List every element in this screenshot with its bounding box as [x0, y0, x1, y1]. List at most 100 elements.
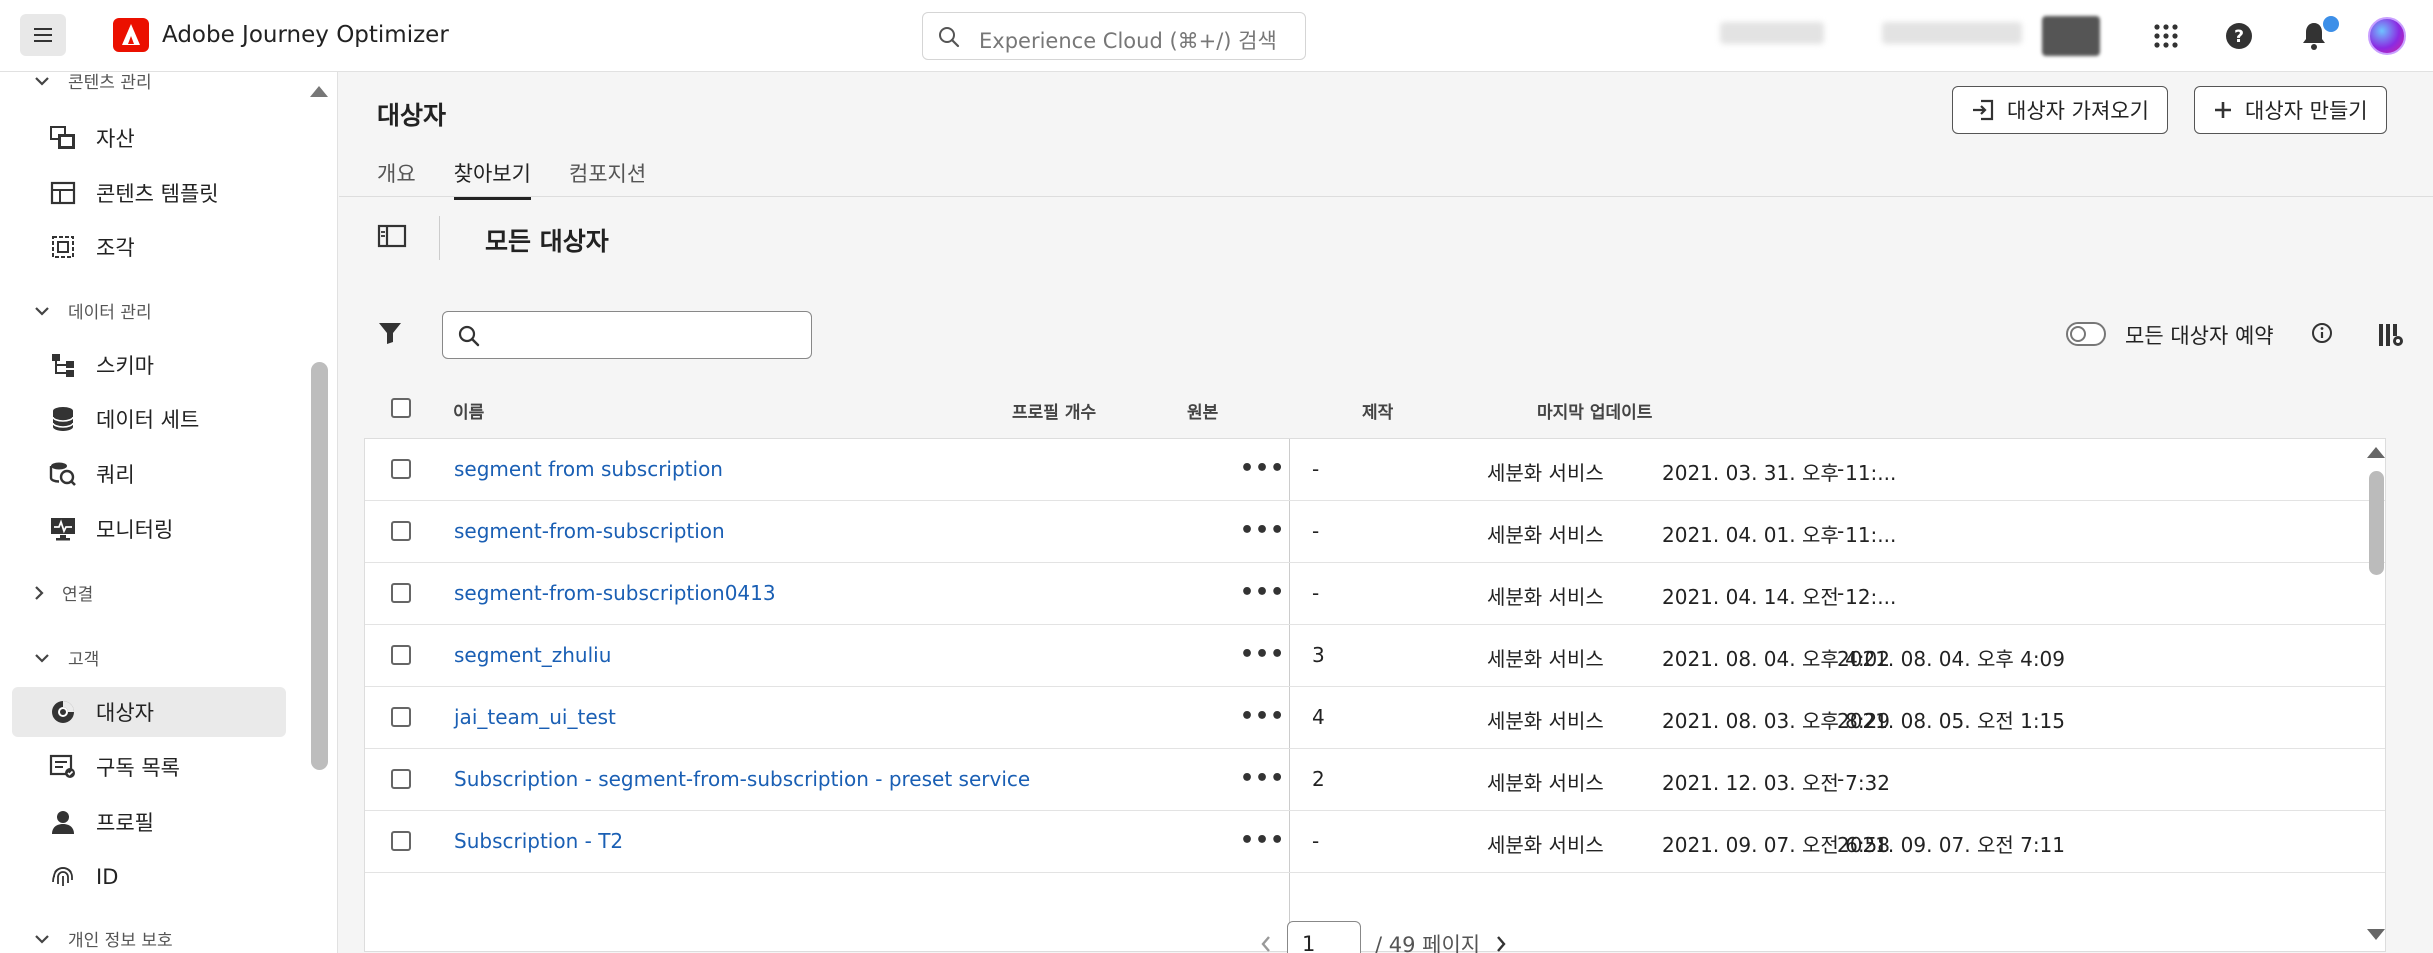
created-date: 2021. 03. 31. 오후 11:... [1662, 461, 1897, 485]
audience-name-link[interactable]: jai_team_ui_test [454, 705, 616, 729]
sidebar-section-data-management[interactable]: 데이터 관리 [34, 298, 152, 323]
sidebar-section-connections[interactable]: 연결 [34, 580, 93, 605]
updated-date: - [1837, 581, 1845, 605]
more-actions-button[interactable]: ••• [1240, 766, 1285, 791]
column-header-profile-count[interactable]: 프로필 개수 [1012, 398, 1096, 423]
sidebar-item-identities[interactable]: ID [12, 852, 286, 902]
org-name-redacted[interactable] [1720, 22, 1824, 44]
column-header-last-updated[interactable]: 마지막 업데이트 [1537, 398, 1652, 423]
page-number-input[interactable]: 1 [1287, 921, 1361, 953]
table-row[interactable]: segment-from-subscription ••• - 세분화 서비스 … [365, 501, 2385, 563]
sidebar-section-content-management[interactable]: 콘텐츠 관리 [34, 72, 152, 93]
import-audience-button[interactable]: 대상자 가져오기 [1952, 86, 2168, 134]
create-audience-button[interactable]: 대상자 만들기 [2194, 86, 2387, 134]
row-checkbox[interactable] [391, 521, 411, 541]
adobe-logo-icon[interactable] [113, 18, 149, 52]
column-settings-icon[interactable] [2377, 322, 2405, 348]
sidebar-section-label: 고객 [68, 650, 100, 670]
page-total-label: / 49 페이지 [1375, 933, 1481, 953]
table-row[interactable]: segment_zhuliu ••• 3 세분화 서비스 2021. 08. 0… [365, 625, 2385, 687]
sidebar-item-assets[interactable]: 자산 [12, 113, 286, 163]
sidebar-item-label: 모니터링 [96, 518, 174, 542]
chevron-down-icon [35, 76, 49, 86]
audience-name-link[interactable]: Subscription - segment-from-subscription… [454, 767, 1030, 791]
row-checkbox[interactable] [391, 645, 411, 665]
table-row[interactable]: segment from subscription ••• - 세분화 서비스 … [365, 439, 2385, 501]
more-actions-button[interactable]: ••• [1240, 704, 1285, 729]
row-checkbox[interactable] [391, 459, 411, 479]
toggle-rail-icon[interactable] [377, 224, 407, 248]
more-actions-button[interactable]: ••• [1240, 642, 1285, 667]
row-checkbox[interactable] [391, 769, 411, 789]
sidebar-section-label: 개인 정보 보호 [68, 931, 173, 951]
schedule-all-toggle[interactable] [2066, 322, 2106, 346]
content-template-icon [48, 178, 78, 208]
table-row[interactable]: Subscription - T2 ••• - 세분화 서비스 2021. 09… [365, 811, 2385, 873]
global-search-input[interactable]: Experience Cloud (⌘+/) 검색 [922, 12, 1306, 60]
audience-search-input[interactable] [491, 320, 801, 350]
sidebar-item-monitoring[interactable]: 모니터링 [12, 504, 286, 554]
sidebar-item-label: 자산 [96, 127, 135, 151]
sidebar-item-datasets[interactable]: 데이터 세트 [12, 394, 286, 444]
sidebar-item-content-templates[interactable]: 콘텐츠 템플릿 [12, 168, 286, 218]
filter-icon[interactable] [377, 320, 403, 346]
menu-button[interactable] [20, 14, 66, 56]
apps-grid-icon[interactable] [2153, 23, 2179, 49]
tab-composition[interactable]: 컴포지션 [569, 152, 646, 200]
origin: 세분화 서비스 [1487, 461, 1604, 485]
sidebar-item-label: 데이터 세트 [96, 408, 200, 432]
table-row[interactable]: jai_team_ui_test ••• 4 세분화 서비스 2021. 08.… [365, 687, 2385, 749]
updated-date: 2021. 09. 07. 오전 7:11 [1837, 833, 2066, 857]
sidebar-item-subscription-lists[interactable]: 구독 목록 [12, 742, 286, 792]
updated-date: 2021. 08. 04. 오후 4:09 [1837, 647, 2066, 671]
audience-name-link[interactable]: segment-from-subscription [454, 519, 725, 543]
chevron-down-icon [35, 306, 49, 316]
more-actions-button[interactable]: ••• [1240, 518, 1285, 543]
sidebar-item-queries[interactable]: 쿼리 [12, 449, 286, 499]
select-all-checkbox[interactable] [391, 398, 411, 418]
row-checkbox[interactable] [391, 707, 411, 727]
table-scroll-down-arrow[interactable] [2367, 929, 2385, 940]
created-date: 2021. 12. 03. 오전 7:32 [1662, 771, 1891, 795]
column-header-origin[interactable]: 원본 [1187, 398, 1218, 423]
table-scroll-up-arrow[interactable] [2367, 447, 2385, 458]
chevron-right-icon[interactable] [1494, 934, 1508, 953]
app-title[interactable]: Adobe Journey Optimizer [162, 22, 449, 48]
audience-name-link[interactable]: segment_zhuliu [454, 643, 611, 667]
audience-search-field[interactable] [442, 311, 812, 359]
column-header-created[interactable]: 제작 [1362, 398, 1393, 423]
sidebar-item-fragments[interactable]: 조각 [12, 222, 286, 272]
sidebar-item-schemas[interactable]: 스키마 [12, 340, 286, 390]
user-avatar[interactable] [2368, 17, 2406, 55]
table-row[interactable]: Subscription - segment-from-subscription… [365, 749, 2385, 811]
column-header-name[interactable]: 이름 [453, 398, 484, 423]
help-icon[interactable]: ? [2225, 22, 2253, 50]
created-date: 2021. 04. 01. 오후 11:... [1662, 523, 1897, 547]
tab-overview[interactable]: 개요 [377, 152, 416, 200]
sidebar-section-customer[interactable]: 고객 [34, 645, 99, 670]
global-search-placeholder: Experience Cloud (⌘+/) 검색 [979, 29, 1277, 53]
sidebar-item-label: 대상자 [96, 701, 154, 725]
tab-browse[interactable]: 찾아보기 [453, 152, 531, 200]
sidebar-item-audiences[interactable]: 대상자 [12, 687, 286, 737]
info-icon[interactable] [2311, 322, 2333, 344]
audience-name-link[interactable]: Subscription - T2 [454, 829, 623, 853]
sandbox-name-redacted[interactable] [1882, 22, 2022, 44]
row-checkbox[interactable] [391, 831, 411, 851]
more-actions-button[interactable]: ••• [1240, 828, 1285, 853]
audience-name-link[interactable]: segment from subscription [454, 457, 723, 481]
origin: 세분화 서비스 [1487, 709, 1604, 733]
chevron-left-icon[interactable] [1259, 934, 1273, 953]
top-bar: Adobe Journey Optimizer Experience Cloud… [0, 0, 2433, 72]
more-actions-button[interactable]: ••• [1240, 456, 1285, 481]
table-row[interactable]: segment-from-subscription0413 ••• - 세분화 … [365, 563, 2385, 625]
sidebar-section-privacy[interactable]: 개인 정보 보호 [34, 926, 173, 951]
sidebar-scrollbar-thumb[interactable] [311, 362, 328, 770]
audience-name-link[interactable]: segment-from-subscription0413 [454, 581, 776, 605]
sidebar-item-profiles[interactable]: 프로필 [12, 797, 286, 847]
row-checkbox[interactable] [391, 583, 411, 603]
sidebar-item-label: 구독 목록 [96, 756, 180, 780]
more-actions-button[interactable]: ••• [1240, 580, 1285, 605]
table-scrollbar-thumb[interactable] [2369, 471, 2384, 575]
sidebar-scroll-up-arrow[interactable] [310, 86, 328, 97]
